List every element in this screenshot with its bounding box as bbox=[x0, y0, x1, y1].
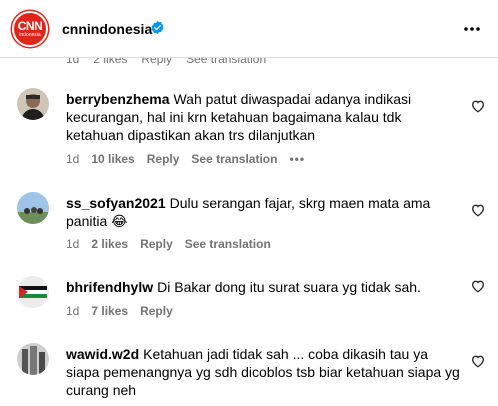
avatar[interactable] bbox=[17, 276, 49, 308]
verified-badge-icon bbox=[151, 20, 164, 35]
comment-time: 1d bbox=[66, 152, 80, 166]
comment-username[interactable]: ss_sofyan2021 bbox=[66, 195, 166, 211]
account-avatar[interactable]: CNN indonesia bbox=[12, 11, 48, 47]
comment-time: 1d bbox=[66, 304, 80, 318]
comment-text: ss_sofyan2021 Dulu serangan fajar, skrg m… bbox=[66, 194, 461, 230]
comment-text: bhrifendhylw Di Bakar dong itu surat suar… bbox=[66, 278, 461, 296]
comment-text: wawid.w2d Ketahuan jadi tidak sah ... cob… bbox=[66, 345, 461, 399]
like-heart-icon[interactable] bbox=[470, 278, 486, 294]
avatar[interactable] bbox=[17, 343, 49, 375]
comment-more-icon[interactable]: ••• bbox=[289, 152, 305, 166]
like-heart-icon[interactable] bbox=[470, 353, 486, 369]
see-translation-button[interactable]: See translation bbox=[185, 237, 271, 251]
comment-username[interactable]: berrybenzhema bbox=[66, 91, 169, 107]
comment-username[interactable]: bhrifendhylw bbox=[66, 279, 153, 295]
logo-subtext: indonesia bbox=[19, 31, 41, 38]
comment-likes[interactable]: 2 likes bbox=[91, 237, 128, 251]
like-heart-icon[interactable] bbox=[470, 98, 486, 114]
reply-button[interactable]: Reply bbox=[147, 152, 180, 166]
avatar[interactable] bbox=[17, 192, 49, 224]
like-heart-icon[interactable] bbox=[470, 202, 486, 218]
comment-body: Di Bakar dong itu surat suara yg tidak s… bbox=[157, 279, 421, 295]
comment-meta: 1d 10 likes Reply See translation ••• bbox=[66, 152, 317, 166]
see-translation-button[interactable]: See translation bbox=[191, 152, 277, 166]
comment-meta: 1d 2 likes Reply See translation bbox=[66, 237, 283, 251]
comment-username[interactable]: wawid.w2d bbox=[66, 346, 139, 362]
more-options-icon[interactable] bbox=[462, 22, 482, 36]
avatar[interactable] bbox=[17, 88, 49, 120]
reply-button[interactable]: Reply bbox=[140, 304, 173, 318]
comment-text: berrybenzhema Wah patut diwaspadai adanya… bbox=[66, 90, 461, 144]
logo-text: CNN bbox=[17, 18, 43, 33]
comment-time: 1d bbox=[66, 237, 80, 251]
comment-meta: 1d 7 likes Reply bbox=[66, 304, 185, 318]
comment-likes[interactable]: 7 likes bbox=[91, 304, 128, 318]
comment-likes[interactable]: 10 likes bbox=[91, 152, 134, 166]
post-header: CNN indonesia cnnindonesia bbox=[0, 0, 498, 58]
account-name[interactable]: cnnindonesia bbox=[62, 21, 152, 37]
reply-button[interactable]: Reply bbox=[140, 237, 173, 251]
